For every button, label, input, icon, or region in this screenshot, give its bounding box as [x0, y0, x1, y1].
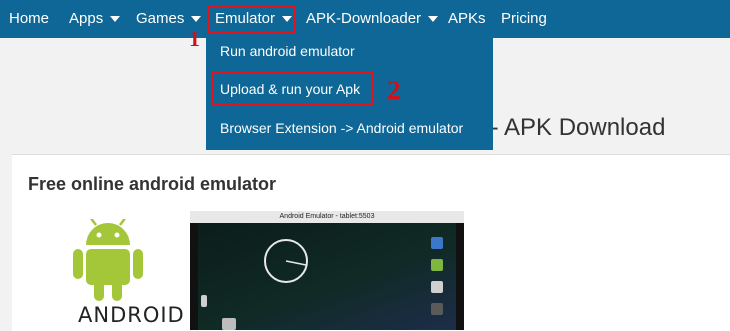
caret-down-icon	[191, 16, 202, 23]
app-dock-icons	[431, 237, 443, 315]
clock-widget-icon	[264, 239, 308, 283]
step-marker-1: 1	[189, 26, 200, 51]
emulator-screen[interactable]	[198, 223, 456, 330]
nav-apks-label: APKs	[448, 10, 486, 27]
nav-pricing-label: Pricing	[501, 10, 547, 27]
nav-apps[interactable]: Apps	[69, 0, 121, 38]
menu-item-upload-run-apk[interactable]: Upload & run your Apk	[220, 81, 360, 97]
android-wordmark: ANDROID	[78, 303, 185, 327]
nav-apps-label: Apps	[69, 10, 104, 27]
caret-down-icon	[110, 16, 121, 23]
nav-pricing[interactable]: Pricing	[501, 0, 547, 38]
nav-apk-downloader[interactable]: APK-Downloader	[306, 0, 439, 38]
nav-home-label: Home	[9, 10, 50, 27]
emulator-window-title: Android Emulator - tablet:5503	[190, 211, 464, 223]
menu-item-run-android-emulator[interactable]: Run android emulator	[220, 43, 355, 59]
nav-home[interactable]: Home	[9, 0, 49, 38]
emulator-dropdown-menu: Run android emulator Upload & run your A…	[206, 38, 493, 150]
left-side-icons	[201, 295, 236, 330]
nav-apk-downloader-label: APK-Downloader	[306, 10, 422, 27]
step-marker-2: 2	[387, 75, 401, 105]
card-title: Free online android emulator	[28, 174, 277, 194]
caret-down-icon	[428, 16, 439, 23]
emulator-screenshot[interactable]: Android Emulator - tablet:5503	[190, 211, 464, 330]
emulator-screen-graphics	[201, 237, 443, 330]
top-navbar: Home Apps Games Emulator APK-Downloader …	[0, 0, 730, 38]
nav-apks[interactable]: APKs	[448, 0, 486, 38]
menu-item-browser-extension[interactable]: Browser Extension -> Android emulator	[220, 120, 463, 136]
page-heading: r - APK Download	[476, 114, 666, 141]
nav-games-label: Games	[136, 10, 185, 27]
emulator-highlight-box	[207, 5, 295, 33]
